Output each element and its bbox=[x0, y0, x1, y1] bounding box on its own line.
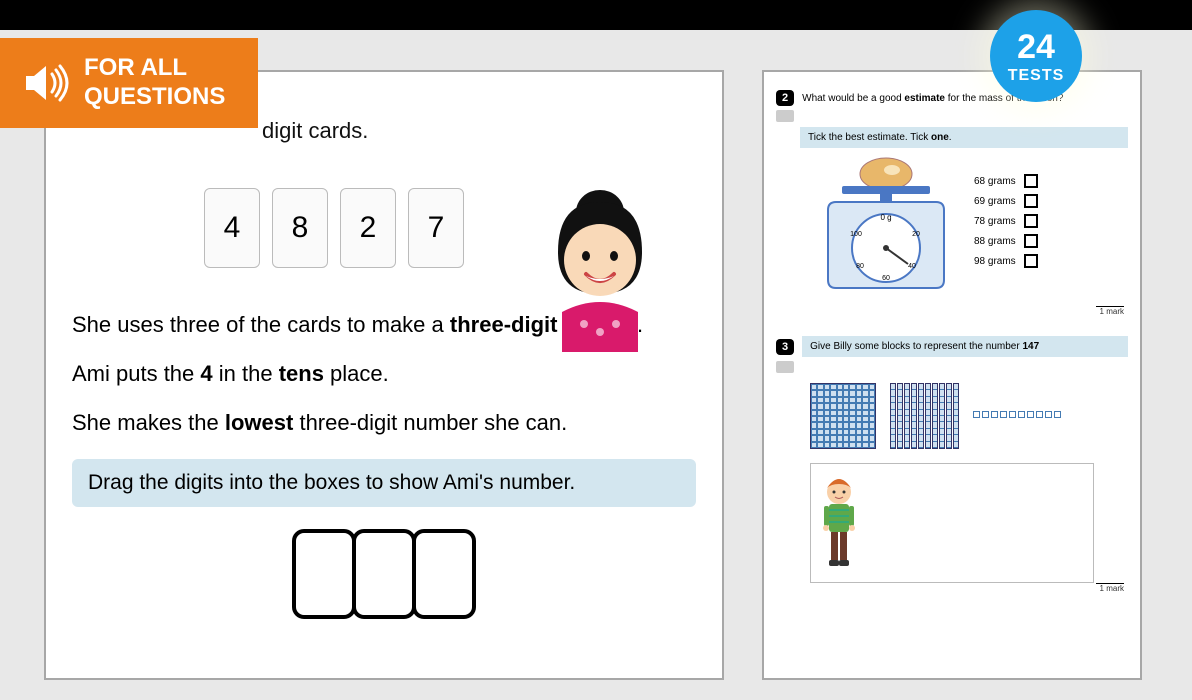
q3-blocks bbox=[810, 383, 1128, 449]
mini-question-2: 2 What would be a good estimate for the … bbox=[776, 90, 1128, 316]
opt-98: 98 grams bbox=[974, 254, 1038, 268]
mini-q3-header: 3 Give Billy some blocks to represent th… bbox=[776, 336, 1128, 357]
svg-text:60: 60 bbox=[882, 275, 890, 282]
drop-zone bbox=[72, 529, 696, 619]
digit-card-8[interactable]: 8 bbox=[272, 188, 328, 268]
svg-text:80: 80 bbox=[856, 263, 864, 270]
hundred-block[interactable] bbox=[810, 383, 876, 449]
drop-box-hundreds[interactable] bbox=[292, 529, 356, 619]
drop-box-ones[interactable] bbox=[412, 529, 476, 619]
audio-for-all-tab[interactable]: FOR ALL QUESTIONS bbox=[0, 38, 258, 128]
mini-question-3: 3 Give Billy some blocks to represent th… bbox=[776, 336, 1128, 593]
tests-badge: 24 TESTS bbox=[990, 10, 1082, 102]
audio-tab-label: FOR ALL QUESTIONS bbox=[84, 54, 225, 112]
qline-2: Ami puts the 4 in the tens place. bbox=[72, 357, 696, 390]
svg-text:0 g: 0 g bbox=[880, 213, 891, 222]
q2-mark: 1 mark bbox=[1096, 306, 1124, 316]
kitchen-scale-icon: 0 g 100 20 80 40 60 bbox=[816, 156, 956, 306]
opt-68-checkbox[interactable] bbox=[1024, 174, 1038, 188]
billy-dropzone[interactable] bbox=[810, 463, 1094, 583]
drop-box-tens[interactable] bbox=[352, 529, 416, 619]
q2-instruction-bar: Tick the best estimate. Tick one. bbox=[800, 127, 1128, 148]
svg-text:40: 40 bbox=[908, 263, 916, 270]
opt-98-checkbox[interactable] bbox=[1024, 254, 1038, 268]
q2-options: 68 grams 69 grams 78 grams 88 grams 98 g… bbox=[974, 174, 1038, 306]
drop-box-group bbox=[292, 529, 476, 619]
opt-68: 68 grams bbox=[974, 174, 1038, 188]
digit-card-7[interactable]: 7 bbox=[408, 188, 464, 268]
boy-avatar bbox=[819, 474, 859, 574]
q3-mark: 1 mark bbox=[1096, 583, 1124, 593]
badge-number: 24 bbox=[1017, 28, 1055, 67]
q3-instruction-bar: Give Billy some blocks to represent the … bbox=[802, 336, 1128, 357]
badge-label: TESTS bbox=[1008, 67, 1065, 85]
ones-block-group[interactable] bbox=[973, 411, 1061, 418]
girl-avatar bbox=[540, 182, 660, 352]
q2-body: 0 g 100 20 80 40 60 68 grams 69 grams 78… bbox=[816, 156, 1128, 306]
svg-text:20: 20 bbox=[912, 231, 920, 238]
opt-78: 78 grams bbox=[974, 214, 1038, 228]
opt-88-checkbox[interactable] bbox=[1024, 234, 1038, 248]
digit-card-4[interactable]: 4 bbox=[204, 188, 260, 268]
qline-3: She makes the lowest three-digit number … bbox=[72, 406, 696, 439]
digit-card-2[interactable]: 2 bbox=[340, 188, 396, 268]
q2-number: 2 bbox=[776, 90, 794, 106]
opt-78-checkbox[interactable] bbox=[1024, 214, 1038, 228]
mini-q2-header: 2 What would be a good estimate for the … bbox=[776, 90, 1128, 106]
audio-tab-line2: QUESTIONS bbox=[84, 83, 225, 112]
audio-tab-line1: FOR ALL bbox=[84, 54, 225, 83]
speaker-icon bbox=[20, 58, 70, 108]
opt-69-checkbox[interactable] bbox=[1024, 194, 1038, 208]
question-panel-main: digit cards. 4 8 2 7 She uses three of t… bbox=[44, 70, 724, 680]
svg-text:100: 100 bbox=[850, 231, 862, 238]
q3-number: 3 bbox=[776, 339, 794, 355]
question-panel-thumbnails: 2 What would be a good estimate for the … bbox=[762, 70, 1142, 680]
tens-block-group[interactable] bbox=[890, 383, 959, 449]
q2-audio-icon[interactable] bbox=[776, 110, 794, 122]
instruction-bar: Drag the digits into the boxes to show A… bbox=[72, 459, 696, 507]
opt-88: 88 grams bbox=[974, 234, 1038, 248]
q3-audio-icon[interactable] bbox=[776, 361, 794, 373]
opt-69: 69 grams bbox=[974, 194, 1038, 208]
intro-text: digit cards. bbox=[262, 118, 696, 144]
